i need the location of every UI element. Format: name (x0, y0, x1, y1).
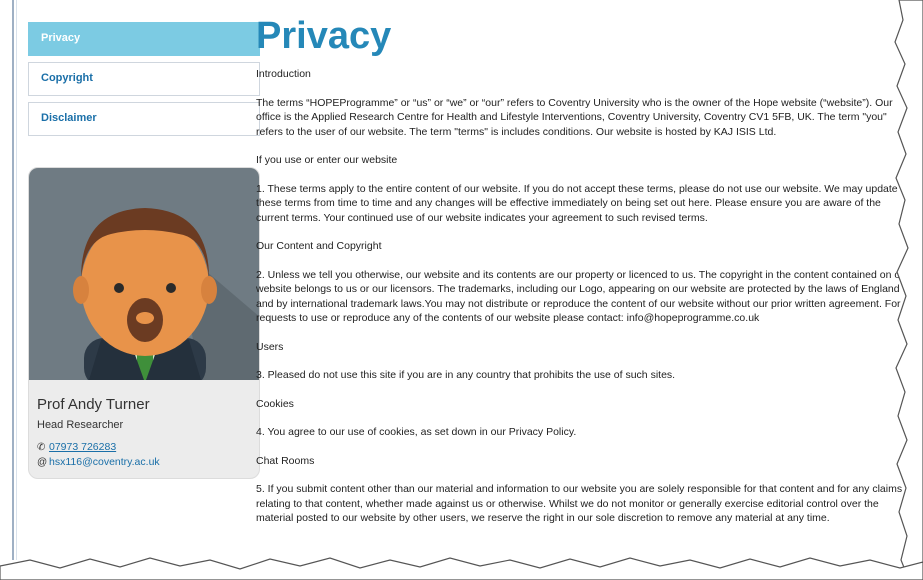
paragraph-introduction: The terms “HOPEProgramme” or “us” or “we… (256, 96, 893, 138)
torn-edge-right (894, 0, 923, 580)
phone-icon: ✆ (37, 442, 46, 453)
nav-item-privacy[interactable]: Privacy (28, 22, 260, 56)
profile-email-line: @ hsx116@coventry.ac.uk (37, 456, 259, 468)
profile-name: Prof Andy Turner (37, 396, 150, 413)
section-heading-users: Users (256, 340, 284, 353)
at-icon: @ (37, 457, 48, 468)
paragraph-cookies: 4. You agree to our use of cookies, as s… (256, 426, 577, 438)
phone-link[interactable]: 07973 726283 (49, 441, 116, 453)
section-heading-cookies: Cookies (256, 397, 294, 410)
profile-card: Prof Andy Turner Head Researcher ✆ 07973 … (28, 167, 260, 479)
window-left-edge (12, 0, 14, 560)
email-text: hsx116@coventry.ac.uk (49, 456, 160, 468)
sidebar: Privacy Copyright Disclaimer Prof Andy T… (28, 22, 260, 479)
avatar (29, 168, 259, 380)
section-heading-chat-rooms: Chat Rooms (256, 454, 315, 467)
section-heading-use-of-website: If you use or enter our website (256, 154, 398, 166)
paragraph-users: 3. Pleased do not use this site if you a… (256, 369, 676, 381)
profile-phone-line: ✆ 07973 726283 (37, 441, 259, 453)
profile-role: Head Researcher (37, 419, 124, 431)
section-heading-introduction: Introduction (256, 68, 311, 80)
paragraph-terms: 1. These terms apply to the entire conte… (256, 182, 898, 224)
paragraph-chat-rooms: 5. If you submit content other than our … (256, 483, 903, 524)
paragraph-copyright: 2. Unless we tell you otherwise, our web… (256, 268, 910, 325)
window-left-edge-shadow (16, 0, 17, 560)
nav-item-copyright[interactable]: Copyright (28, 62, 260, 96)
page-title: Privacy (256, 15, 392, 57)
main-content: Privacy Introduction The terms “HOPEProg… (256, 14, 916, 540)
section-heading-content-copyright: Our Content and Copyright (256, 240, 382, 252)
torn-edge-bottom (0, 557, 923, 580)
nav-item-disclaimer[interactable]: Disclaimer (28, 102, 260, 136)
